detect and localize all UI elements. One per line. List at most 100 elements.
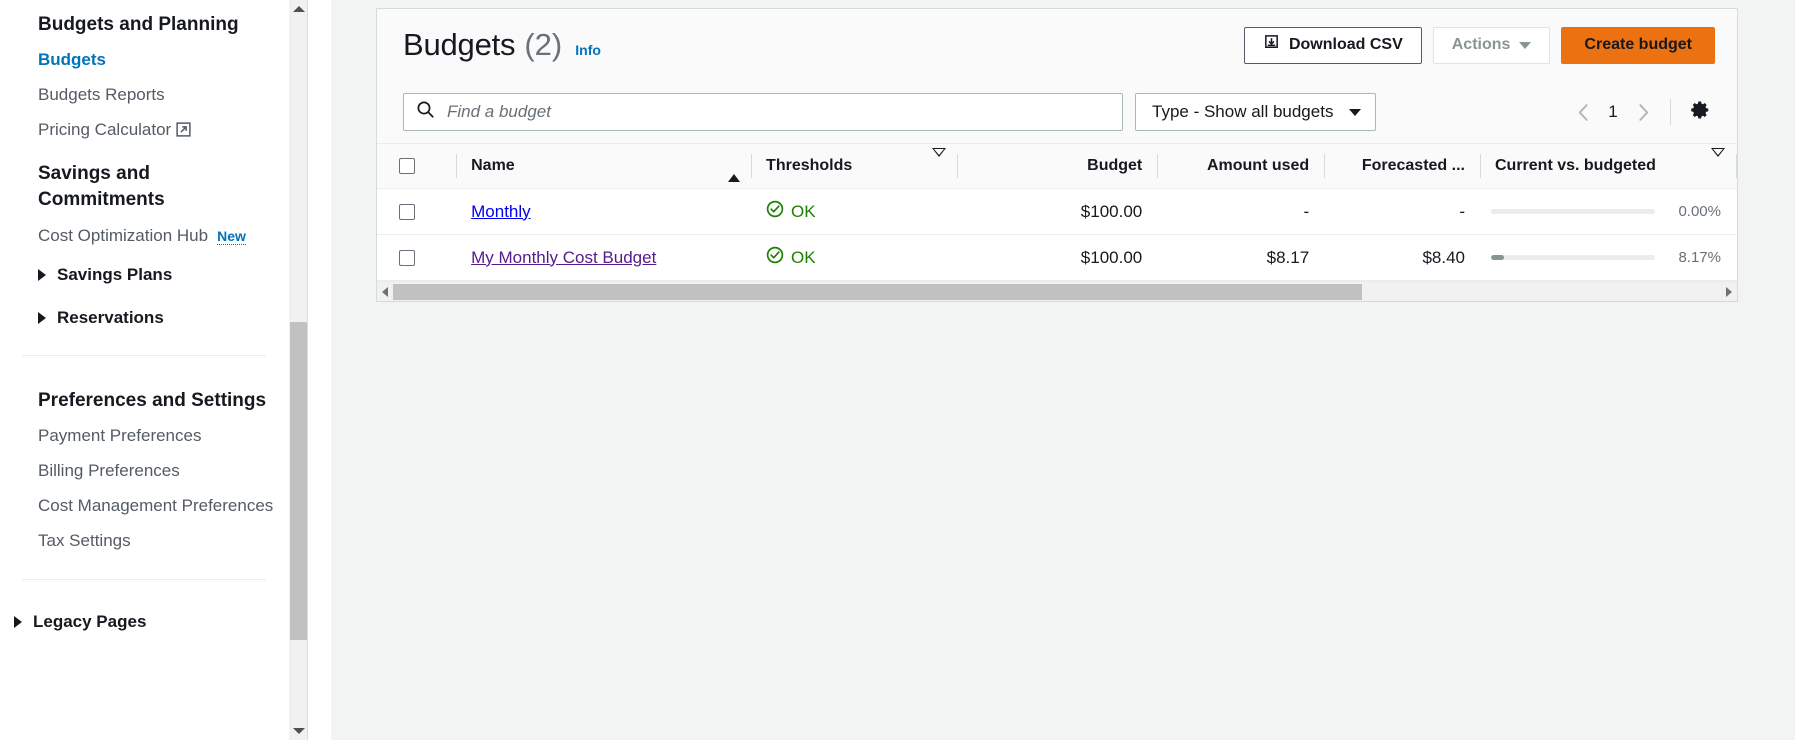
page-title: Budgets (2) Info xyxy=(403,27,601,63)
settings-button[interactable] xyxy=(1685,97,1715,127)
budget-amount: $100.00 xyxy=(1080,201,1143,221)
check-circle-icon xyxy=(766,200,784,223)
budget-name-link[interactable]: My Monthly Cost Budget xyxy=(471,248,656,268)
budget-name-link[interactable]: Monthly xyxy=(471,202,531,222)
amount-used: $8.17 xyxy=(1266,247,1310,267)
scrollbar-track[interactable] xyxy=(393,283,1721,301)
row-checkbox[interactable] xyxy=(399,203,415,220)
chevron-right-icon xyxy=(14,616,22,628)
sidebar-section-title-preferences-and-settings: Preferences and Settings xyxy=(38,390,267,411)
budget-count: (2) xyxy=(524,27,563,62)
sidebar-section-title-line1: Savings and xyxy=(38,163,150,184)
progress-bar-fill xyxy=(1490,255,1505,260)
next-page-button[interactable] xyxy=(1626,95,1660,129)
sidebar-item-label: Tax Settings xyxy=(38,531,131,550)
chevron-down-icon xyxy=(1349,108,1362,116)
column-header-label: Name xyxy=(471,157,515,174)
scrollbar-thumb[interactable] xyxy=(393,283,1363,300)
column-header-forecasted[interactable]: Forecasted ... xyxy=(1325,143,1481,189)
header-actions: Download CSV Actions Create budget xyxy=(1243,26,1715,64)
type-filter-label: Type - Show all budgets xyxy=(1152,102,1334,121)
previous-page-button[interactable] xyxy=(1566,95,1600,129)
column-header-amount-used[interactable]: Amount used xyxy=(1158,143,1326,189)
sidebar-item-cost-management-preferences[interactable]: Cost Management Preferences xyxy=(0,495,310,517)
row-select-cell[interactable] xyxy=(377,188,458,235)
forecasted-cell: $8.40 xyxy=(1325,234,1481,281)
table-row[interactable]: My Monthly Cost Budget OK $100.00 $8.17 … xyxy=(377,234,1737,281)
forecasted-cell: - xyxy=(1325,188,1481,235)
scroll-right-arrow-icon[interactable] xyxy=(1721,283,1737,301)
actions-dropdown-button[interactable]: Actions xyxy=(1432,26,1551,64)
sidebar-item-legacy-pages[interactable]: Legacy Pages xyxy=(0,612,310,632)
page-title-text: Budgets xyxy=(403,27,516,62)
column-divider xyxy=(1736,154,1737,178)
column-header-thresholds[interactable]: Thresholds xyxy=(752,143,958,189)
column-header-select-all[interactable] xyxy=(377,143,458,189)
column-header-name[interactable]: Name xyxy=(457,143,753,189)
filter-toolbar: Type - Show all budgets 1 xyxy=(377,81,1737,143)
column-header-label: Amount used xyxy=(1206,157,1310,174)
sidebar-item-cost-optimization-hub[interactable]: Cost Optimization Hub New xyxy=(0,225,310,247)
chevron-down-icon xyxy=(1519,41,1532,49)
sidebar-item-label: Savings Plans xyxy=(57,265,173,284)
status-label: OK xyxy=(791,201,816,221)
sidebar-section-title-line2: Commitments xyxy=(38,189,165,210)
status-badge: OK xyxy=(766,200,816,223)
sidebar-scrollbar[interactable] xyxy=(289,0,308,740)
budget-amount-cell: $100.00 xyxy=(957,234,1159,281)
sidebar-content: Budgets and Planning Budgets Budgets Rep… xyxy=(0,0,310,632)
progress-percent: 8.17% xyxy=(1678,249,1721,266)
search-icon xyxy=(416,100,435,124)
create-budget-button[interactable]: Create budget xyxy=(1561,26,1715,64)
download-csv-button[interactable]: Download CSV xyxy=(1243,26,1422,64)
table-header: Name Thresholds Budget Amount used Forec… xyxy=(377,143,1737,189)
scroll-left-arrow-icon[interactable] xyxy=(377,283,393,301)
panel-header: Budgets (2) Info Download CSV Actions Cr… xyxy=(377,9,1737,81)
forecasted-amount: $8.40 xyxy=(1422,247,1465,267)
budget-name-cell[interactable]: Monthly xyxy=(457,188,753,235)
table-row[interactable]: Monthly OK $100.00 - - 0.00% xyxy=(377,188,1737,235)
current-vs-budgeted-cell: 0.00% xyxy=(1480,188,1737,235)
sidebar-item-label: Payment Preferences xyxy=(38,426,202,445)
scroll-up-arrow-icon[interactable] xyxy=(289,0,308,18)
sidebar-item-savings-plans[interactable]: Savings Plans xyxy=(0,265,310,285)
sidebar-scrollbar-thumb[interactable] xyxy=(290,322,307,640)
sidebar-item-budgets[interactable]: Budgets xyxy=(0,49,310,71)
external-link-icon xyxy=(176,121,191,143)
sort-icon xyxy=(922,148,946,175)
column-header-budget[interactable]: Budget xyxy=(957,143,1159,189)
select-all-checkbox[interactable] xyxy=(399,158,415,174)
table-horizontal-scrollbar[interactable] xyxy=(377,281,1737,301)
type-filter-select[interactable]: Type - Show all budgets xyxy=(1135,93,1377,131)
info-link[interactable]: Info xyxy=(575,42,601,58)
status-label: OK xyxy=(791,247,816,267)
budgets-panel: Budgets (2) Info Download CSV Actions Cr… xyxy=(376,8,1738,302)
sidebar-item-tax-settings[interactable]: Tax Settings xyxy=(0,530,310,552)
row-checkbox[interactable] xyxy=(399,249,415,266)
gear-icon xyxy=(1689,99,1711,126)
search-input[interactable] xyxy=(445,101,1110,123)
sidebar-item-payment-preferences[interactable]: Payment Preferences xyxy=(0,425,310,447)
column-header-current-vs-budgeted[interactable]: Current vs. budgeted xyxy=(1480,143,1737,189)
budgets-table: Name Thresholds Budget Amount used Forec… xyxy=(377,143,1737,281)
budget-name-cell[interactable]: My Monthly Cost Budget xyxy=(457,234,753,281)
download-csv-label: Download CSV xyxy=(1288,36,1403,53)
sidebar-section-title-budgets-and-planning: Budgets and Planning xyxy=(38,14,239,35)
search-box[interactable] xyxy=(403,93,1123,131)
sidebar-item-pricing-calculator[interactable]: Pricing Calculator xyxy=(0,119,310,143)
column-header-label: Forecasted ... xyxy=(1361,157,1465,174)
page-number[interactable]: 1 xyxy=(1600,102,1626,122)
toolbar-divider xyxy=(1670,99,1671,125)
sidebar-item-budgets-reports[interactable]: Budgets Reports xyxy=(0,84,310,106)
sidebar-item-billing-preferences[interactable]: Billing Preferences xyxy=(0,460,310,482)
chevron-right-icon xyxy=(38,312,46,324)
sidebar-item-label: Budgets Reports xyxy=(38,85,165,104)
sidebar-item-label: Cost Management Preferences xyxy=(38,496,274,515)
sidebar-item-label: Legacy Pages xyxy=(33,612,147,631)
row-select-cell[interactable] xyxy=(377,234,458,281)
progress-bar xyxy=(1490,255,1655,260)
new-badge[interactable]: New xyxy=(217,228,246,245)
column-header-label: Budget xyxy=(1087,157,1143,174)
sidebar-item-reservations[interactable]: Reservations xyxy=(0,308,310,328)
scroll-down-arrow-icon[interactable] xyxy=(289,722,308,740)
